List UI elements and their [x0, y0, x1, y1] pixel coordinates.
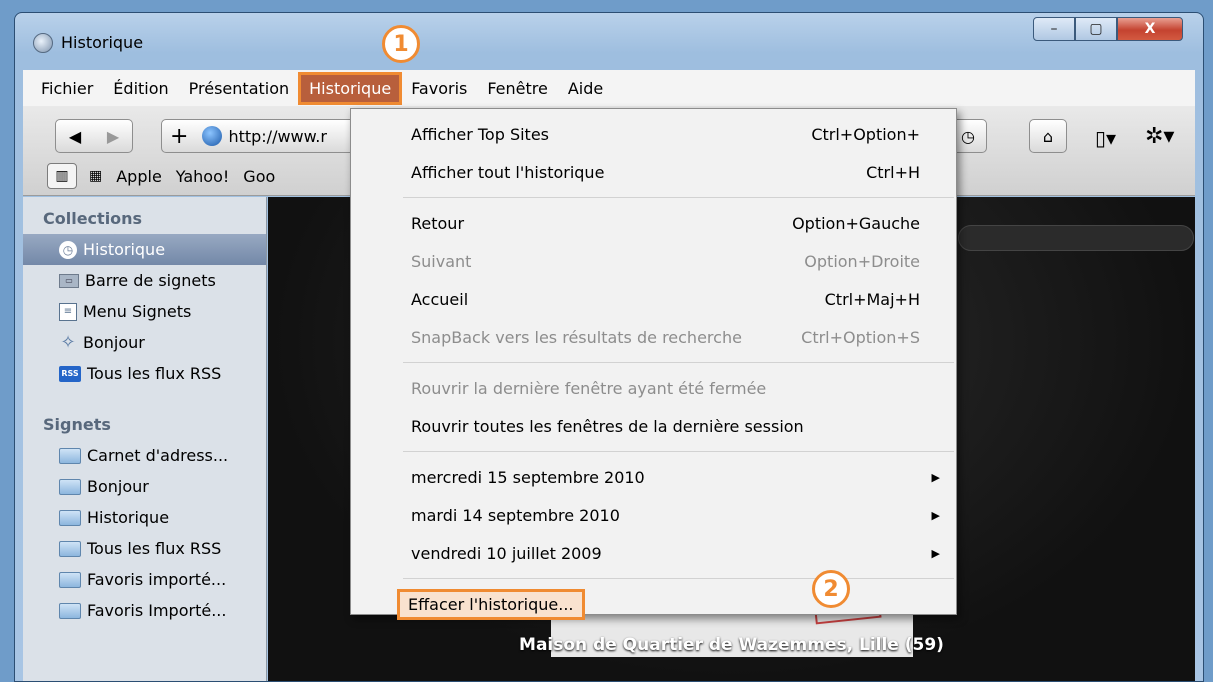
safari-compass-icon [33, 33, 53, 53]
book-icon[interactable]: ▥ [47, 163, 77, 189]
sidebar-item-label: Bonjour [87, 477, 149, 496]
content-search-bar[interactable] [958, 225, 1194, 251]
globe-icon [202, 126, 223, 146]
sidebar-item-label: Bonjour [83, 333, 145, 352]
home-icon: ⌂ [1042, 126, 1054, 146]
sidebar-item-label: Menu Signets [83, 302, 192, 321]
folder-icon [59, 540, 81, 557]
sidebar-folder[interactable]: Tous les flux RSS [23, 533, 266, 564]
menu-item-reopen-all-windows[interactable]: Rouvrir toutes les fenêtres de la derniè… [351, 407, 956, 445]
callout-step-2: 2 [812, 570, 850, 608]
address-text: http://www.r [228, 126, 327, 146]
sidebar-item-label: Carnet d'adress... [87, 446, 229, 465]
menu-item-history-date[interactable]: mercredi 15 septembre 2010 ▶ [351, 458, 956, 496]
sidebar-folder[interactable]: Historique [23, 502, 266, 533]
bookmark-google[interactable]: Goo [243, 167, 275, 186]
menu-item-accueil[interactable]: Accueil Ctrl+Maj+H [351, 280, 956, 318]
home-button[interactable]: ⌂ [1029, 119, 1067, 153]
sidebar-item-label: Barre de signets [85, 271, 216, 290]
menu-item-retour[interactable]: Retour Option+Gauche [351, 204, 956, 242]
title-bar[interactable]: Historique – ▢ X [15, 13, 1203, 57]
add-bookmark-button[interactable]: + [170, 124, 188, 149]
menu-item-top-sites[interactable]: Afficher Top Sites Ctrl+Option+ [351, 115, 956, 153]
menu-edition[interactable]: Édition [113, 75, 168, 102]
top-sites-grid-icon[interactable]: ▦ [89, 168, 102, 184]
sidebar-item-label: Historique [83, 240, 166, 259]
sidebar-item-label: Favoris importé... [87, 570, 227, 589]
menu-historique[interactable]: Historique [298, 71, 403, 105]
folder-icon [59, 447, 81, 464]
bookmarks-menu-icon: ≡ [59, 302, 77, 321]
menu-item-suivant: Suivant Option+Droite [411, 251, 920, 271]
collections-header: Collections [43, 209, 143, 228]
menu-item-all-history[interactable]: Afficher tout l'historique Ctrl+H [351, 153, 956, 191]
menu-item-history-date[interactable]: vendredi 10 juillet 2009 ▶ [351, 534, 956, 572]
menu-fichier[interactable]: Fichier [41, 75, 93, 102]
sidebar-item-menu-signets[interactable]: ≡ Menu Signets [23, 296, 266, 327]
menu-fenetre[interactable]: Fenêtre [487, 75, 548, 102]
menu-favoris[interactable]: Favoris [411, 75, 467, 102]
bookmarks-bar-icon: ▭ [59, 273, 79, 288]
back-forward-buttons: ◀ ▶ [55, 119, 133, 153]
sidebar-item-label: Favoris Importé... [87, 601, 227, 620]
minimize-button[interactable]: – [1033, 17, 1075, 41]
menu-item-clear-history[interactable]: Effacer l'historique... [351, 585, 956, 623]
folder-icon [59, 571, 81, 588]
menu-item-reopen-last-window: Rouvrir la dernière fenêtre ayant été fe… [411, 378, 767, 398]
clock-icon: ◷ [961, 126, 975, 146]
sidebar-item-barre-de-signets[interactable]: ▭ Barre de signets [23, 265, 266, 296]
sidebar-item-label: Tous les flux RSS [87, 539, 222, 558]
submenu-arrow-icon: ▶ [931, 508, 940, 522]
page-menu-icon[interactable]: ▯▾ [1095, 126, 1116, 150]
historique-menu: Afficher Top Sites Ctrl+Option+ Afficher… [350, 108, 957, 620]
submenu-arrow-icon: ▶ [931, 470, 940, 484]
bookmark-apple[interactable]: Apple [116, 167, 162, 186]
bookmarks-bar: ▥ ▦ Apple Yahoo! Goo [47, 163, 289, 189]
window-controls: – ▢ X [1033, 17, 1183, 41]
sidebar-folder[interactable]: Carnet d'adress... [23, 440, 266, 471]
sidebar-item-label: Historique [87, 508, 170, 527]
menu-presentation[interactable]: Présentation [189, 75, 289, 102]
clock-icon: ◷ [59, 240, 77, 259]
maximize-button[interactable]: ▢ [1075, 17, 1117, 41]
signets-header: Signets [43, 415, 111, 434]
sidebar-folder[interactable]: Bonjour [23, 471, 266, 502]
sidebar-folder[interactable]: Favoris Importé... [23, 595, 266, 626]
close-button[interactable]: X [1117, 17, 1183, 41]
menu-bar: Fichier Édition Présentation Historique … [23, 70, 1195, 106]
rss-icon: RSS [59, 365, 81, 382]
sidebar-item-label: Tous les flux RSS [87, 364, 222, 383]
menu-separator [403, 578, 954, 579]
menu-separator [403, 451, 954, 452]
submenu-arrow-icon: ▶ [931, 546, 940, 560]
folder-icon [59, 478, 81, 495]
forward-button[interactable]: ▶ [94, 127, 132, 146]
sidebar-folder[interactable]: Favoris importé... [23, 564, 266, 595]
sidebar-item-rss[interactable]: RSS Tous les flux RSS [23, 358, 266, 389]
back-button[interactable]: ◀ [56, 127, 94, 146]
folder-icon [59, 509, 81, 526]
sidebar: Collections ◷ Historique ▭ Barre de sign… [23, 197, 267, 681]
bonjour-icon: ✧ [60, 332, 76, 353]
menu-separator [403, 197, 954, 198]
menu-item-history-date[interactable]: mardi 14 septembre 2010 ▶ [351, 496, 956, 534]
folder-icon [59, 602, 81, 619]
menu-separator [403, 362, 954, 363]
menu-aide[interactable]: Aide [568, 75, 603, 102]
bookmark-yahoo[interactable]: Yahoo! [176, 167, 230, 186]
callout-step-1: 1 [382, 25, 420, 63]
sidebar-item-historique[interactable]: ◷ Historique [23, 234, 266, 265]
menu-item-snapback: SnapBack vers les résultats de recherche… [411, 327, 920, 347]
window-title: Historique [61, 33, 144, 52]
gear-icon[interactable]: ✲▾ [1145, 124, 1174, 149]
content-caption: Maison de Quartier de Wazemmes, Lille (5… [519, 635, 944, 655]
sidebar-item-bonjour[interactable]: ✧ Bonjour [23, 327, 266, 358]
